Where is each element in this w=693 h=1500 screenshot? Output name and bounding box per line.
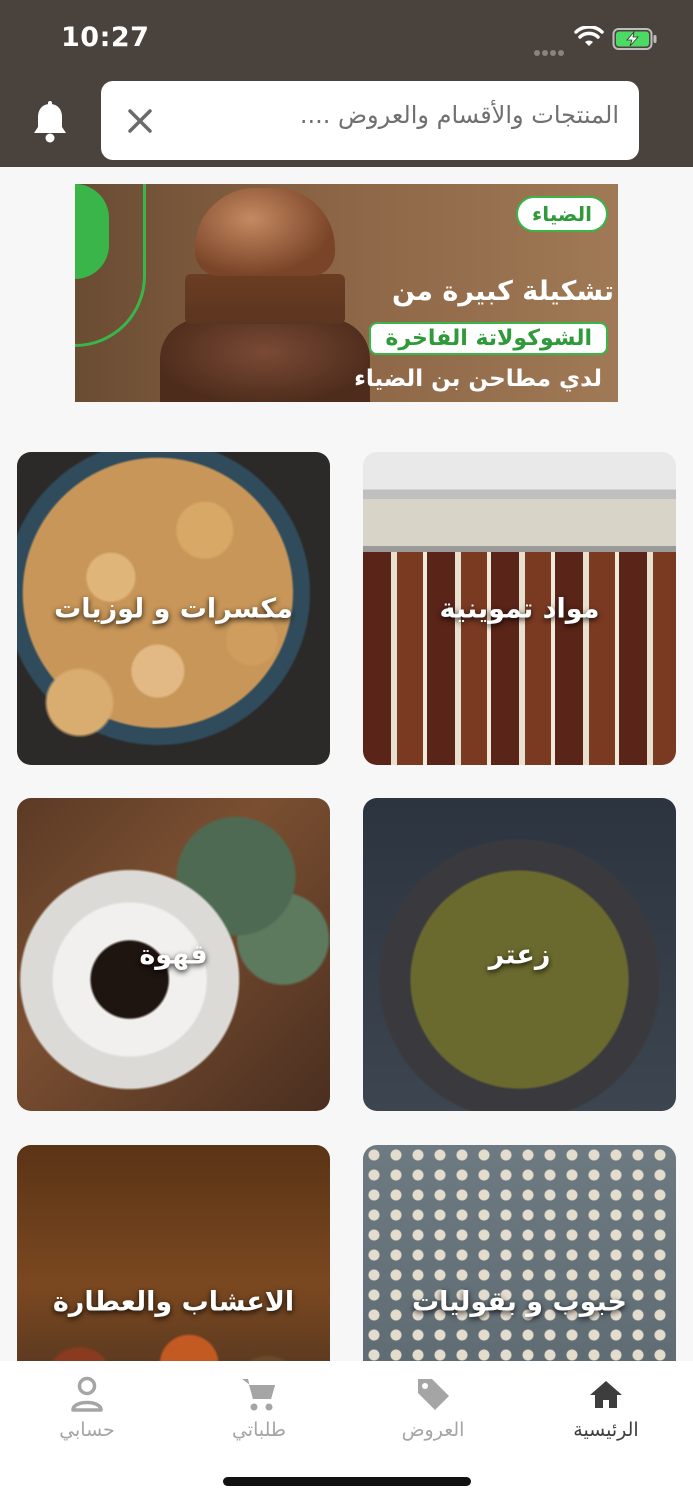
battery-icon bbox=[612, 28, 657, 50]
wifi-icon bbox=[574, 26, 604, 46]
nav-offers-label: العروض bbox=[401, 1419, 465, 1441]
app-header: 10:27 المنتجات والأقسام والعروض .... bbox=[0, 0, 693, 167]
banner-highlight: الشوكولاتة الفاخرة bbox=[369, 322, 608, 355]
nav-account-label: حسابي bbox=[59, 1419, 115, 1441]
home-icon bbox=[590, 1381, 622, 1408]
category-label: الاعشاب والعطارة bbox=[52, 1286, 295, 1317]
clear-search-icon[interactable] bbox=[125, 106, 155, 136]
category-label: حبوب و بقوليات bbox=[411, 1286, 628, 1317]
notification-bell-icon[interactable] bbox=[30, 100, 70, 144]
category-label: زعتر bbox=[488, 939, 551, 970]
signal-icon bbox=[534, 41, 566, 60]
nav-home[interactable]: الرئيسية bbox=[541, 1375, 671, 1441]
brand-logo: الضياء bbox=[516, 196, 608, 232]
tag-icon bbox=[418, 1379, 449, 1410]
category-groceries[interactable]: مواد تموينية bbox=[363, 452, 676, 765]
chocolate-image bbox=[160, 319, 370, 402]
category-label: قهوة bbox=[139, 939, 208, 970]
promo-banner[interactable]: الضياء تشكيلة كبيرة من الشوكولاتة الفاخر… bbox=[75, 184, 618, 402]
category-coffee[interactable]: قهوة bbox=[17, 798, 330, 1111]
nav-offers[interactable]: العروض bbox=[368, 1375, 498, 1441]
status-time: 10:27 bbox=[61, 22, 150, 53]
banner-headline: تشكيلة كبيرة من bbox=[391, 276, 614, 307]
banner-subtext: لدي مطاحن بن الضياء bbox=[354, 366, 602, 392]
search-input[interactable]: المنتجات والأقسام والعروض .... bbox=[101, 81, 639, 160]
cart-icon bbox=[242, 1379, 275, 1411]
home-indicator[interactable] bbox=[223, 1477, 471, 1486]
category-nuts[interactable]: مكسرات و لوزيات bbox=[17, 452, 330, 765]
nav-orders[interactable]: طلباتي bbox=[194, 1375, 324, 1441]
user-icon bbox=[71, 1376, 103, 1412]
nav-account[interactable]: حسابي bbox=[22, 1375, 152, 1441]
search-placeholder: المنتجات والأقسام والعروض .... bbox=[299, 101, 619, 129]
category-label: مواد تموينية bbox=[439, 593, 600, 624]
nav-home-label: الرئيسية bbox=[573, 1419, 639, 1441]
category-zaatar[interactable]: زعتر bbox=[363, 798, 676, 1111]
category-label: مكسرات و لوزيات bbox=[54, 593, 293, 624]
nav-orders-label: طلباتي bbox=[231, 1419, 287, 1441]
